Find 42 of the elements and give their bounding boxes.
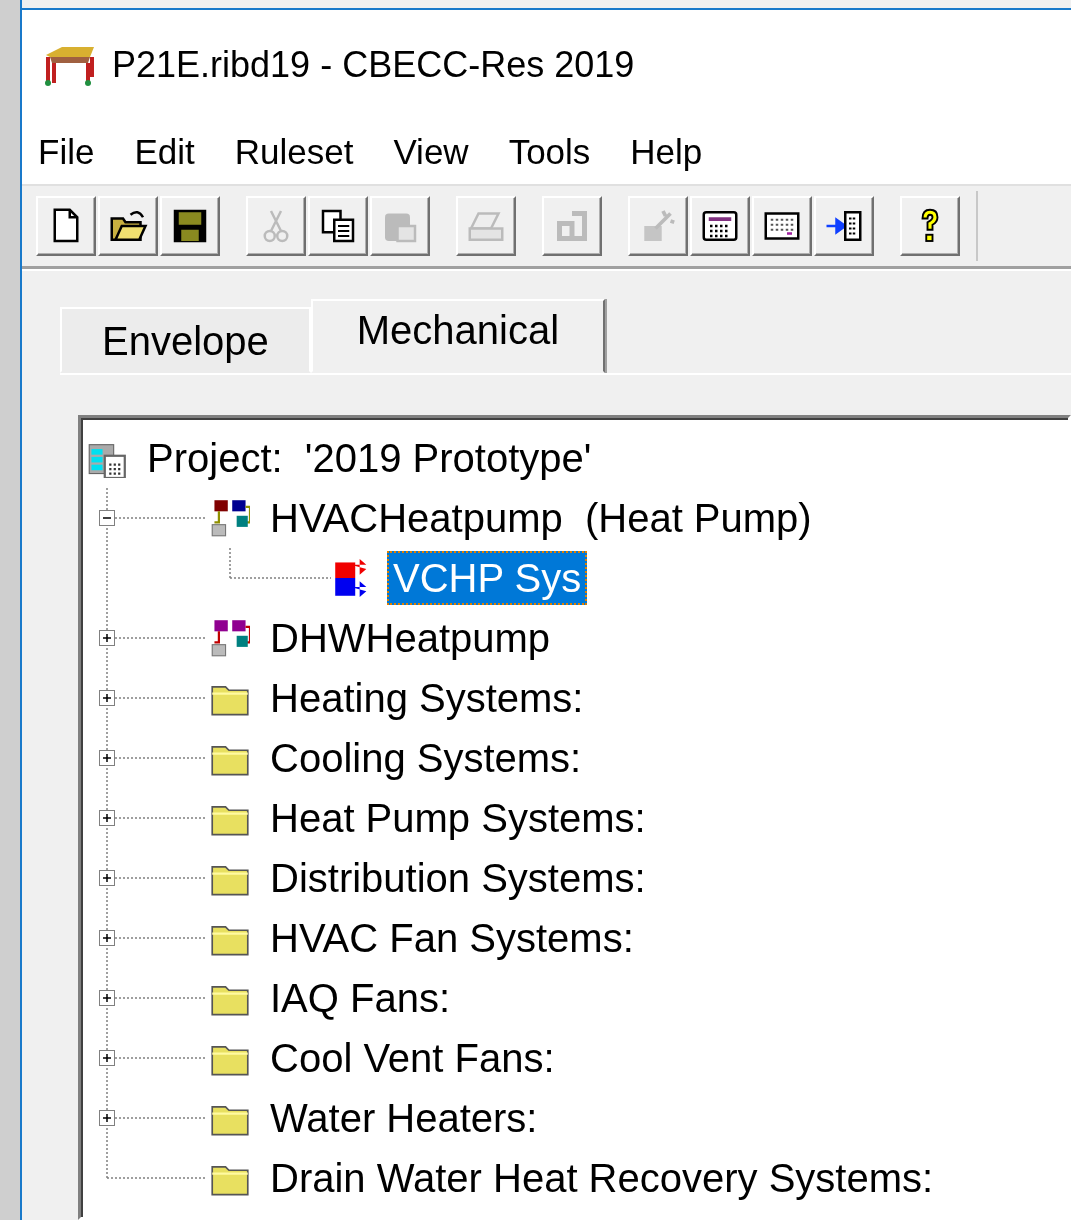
tree-item[interactable]: VCHP Sys xyxy=(387,551,588,605)
tree-item[interactable]: Water Heaters: xyxy=(264,1091,544,1145)
tree-item[interactable]: Heat Pump Systems: xyxy=(264,791,652,845)
toolbar-button[interactable] xyxy=(900,196,960,256)
expand-icon[interactable] xyxy=(99,690,115,706)
tree-item[interactable]: HVAC Fan Systems: xyxy=(264,911,640,965)
toolbar-button[interactable] xyxy=(36,196,96,256)
toolbar-button[interactable] xyxy=(160,196,220,256)
window-title: P21E.ribd19 - CBECC-Res 2019 xyxy=(112,44,635,86)
expand-icon[interactable] xyxy=(99,990,115,1006)
tab[interactable]: Mechanical xyxy=(310,299,606,373)
expand-icon[interactable] xyxy=(99,870,115,886)
menu-item[interactable]: Edit xyxy=(134,132,195,172)
tab[interactable]: Envelope xyxy=(60,307,311,373)
toolbar-button[interactable] xyxy=(814,196,874,256)
tree-item[interactable]: IAQ Fans: xyxy=(264,971,457,1025)
expand-icon[interactable] xyxy=(99,750,115,766)
tree-item[interactable]: Drain Water Heat Recovery Systems: xyxy=(264,1151,940,1205)
tree-item[interactable]: DHWHeatpump xyxy=(264,611,557,665)
expand-icon[interactable] xyxy=(99,1110,115,1126)
tree-item[interactable]: Cooling Systems: xyxy=(264,731,588,785)
expand-icon[interactable] xyxy=(99,930,115,946)
diagram-icon xyxy=(210,618,250,658)
menu-item[interactable]: View xyxy=(393,132,469,172)
toolbar-button[interactable] xyxy=(690,196,750,256)
collapse-icon[interactable] xyxy=(99,510,115,526)
menu-item[interactable]: File xyxy=(38,132,95,172)
menu-item[interactable]: Help xyxy=(630,132,703,172)
toolbar-button[interactable] xyxy=(98,196,158,256)
tree-item[interactable]: Heating Systems: xyxy=(264,671,590,725)
tree-item[interactable]: Project: '2019 Prototype' xyxy=(141,431,598,485)
tree-item[interactable]: Distribution Systems: xyxy=(264,851,652,905)
expand-icon[interactable] xyxy=(99,630,115,646)
toolbar-button[interactable] xyxy=(752,196,812,256)
expand-icon[interactable] xyxy=(99,1050,115,1066)
toolbar-button[interactable] xyxy=(308,196,368,256)
diagram-icon xyxy=(210,498,250,538)
menu-item[interactable]: Ruleset xyxy=(234,132,354,172)
tree-item[interactable]: HVACHeatpump (Heat Pump) xyxy=(264,491,818,545)
tree-item[interactable]: Cool Vent Fans: xyxy=(264,1031,561,1085)
expand-icon[interactable] xyxy=(99,810,115,826)
menu-item[interactable]: Tools xyxy=(508,132,591,172)
